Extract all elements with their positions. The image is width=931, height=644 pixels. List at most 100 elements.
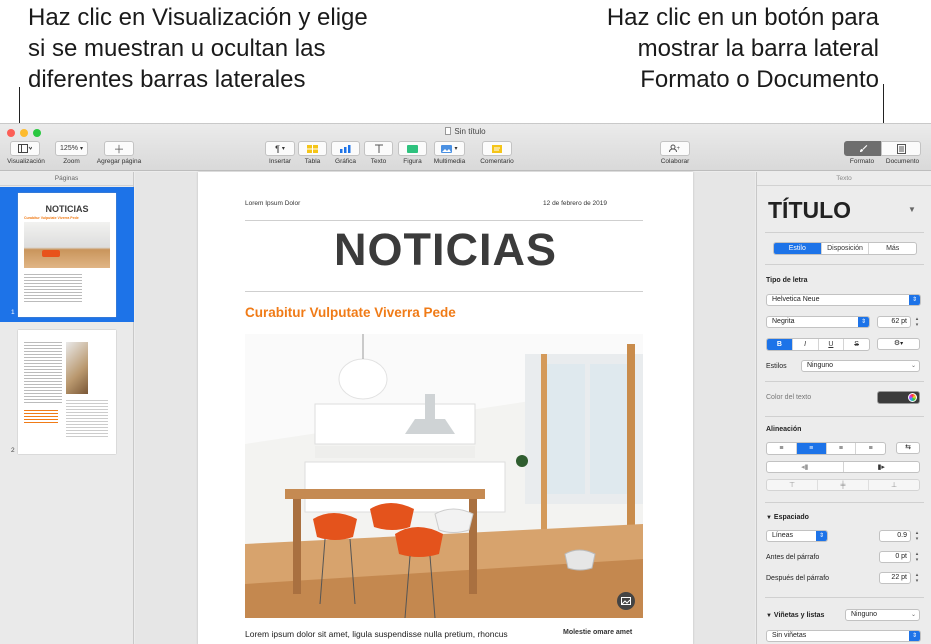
- add-page-button[interactable]: ＋: [104, 141, 134, 156]
- paintbrush-icon: [859, 145, 867, 152]
- document-canvas: Lorem Ipsum Dolor 12 de febrero de 2019 …: [135, 172, 755, 644]
- bullets-label[interactable]: ▼ Viñetas y listas: [766, 612, 824, 619]
- italic-button[interactable]: I: [793, 339, 819, 350]
- document-button[interactable]: [881, 141, 921, 156]
- color-wheel-icon[interactable]: [908, 393, 917, 402]
- zoom-popup[interactable]: 125% ▾: [55, 141, 88, 156]
- inspector-header: Texto: [757, 172, 931, 186]
- image-placeholder-icon[interactable]: [617, 592, 635, 610]
- comment-icon: [492, 144, 502, 153]
- chevron-updown-icon: ⇕: [909, 631, 920, 641]
- before-paragraph-label: Antes del párrafo: [766, 554, 820, 561]
- view-button[interactable]: [10, 141, 40, 156]
- page-thumbnail-2[interactable]: [18, 330, 116, 454]
- spacing-label[interactable]: ▼ Espaciado: [766, 514, 809, 521]
- pages-sidebar: Páginas NOTICIAS Curabitur Vulputate Viv…: [0, 172, 134, 644]
- after-paragraph-field[interactable]: 22 pt: [879, 572, 911, 584]
- subheadline[interactable]: Curabitur Vulputate Viverra Pede: [245, 305, 456, 320]
- inspector-tabs: Estilo Disposición Más: [773, 242, 917, 255]
- decrease-indent-button[interactable]: ◂▮: [767, 462, 844, 472]
- text-label: Texto: [370, 158, 387, 165]
- insert-button[interactable]: ¶ ▾: [265, 141, 295, 156]
- font-family-popup[interactable]: Helvetica Neue ⇕: [766, 294, 921, 306]
- zoom-value: 125%: [60, 145, 78, 152]
- kitchen-photo[interactable]: [245, 334, 643, 618]
- photo-icon: [621, 597, 631, 605]
- table-label: Tabla: [304, 158, 321, 165]
- underline-button[interactable]: U: [819, 339, 845, 350]
- indent-buttons: ◂▮ ▮▸: [766, 461, 920, 473]
- spacing-value: 0.9: [897, 532, 907, 539]
- table-button[interactable]: [298, 141, 327, 156]
- align-right-button[interactable]: ≡: [827, 443, 857, 454]
- align-center-button[interactable]: ≡: [796, 443, 827, 454]
- text-button[interactable]: [364, 141, 393, 156]
- media-button[interactable]: ▾: [434, 141, 465, 156]
- headline[interactable]: NOTICIAS: [198, 224, 693, 276]
- chevron-updown-icon: ⇕: [909, 295, 920, 305]
- screenshot-root: { "callouts": { "left": ["Haz clic en Vi…: [0, 0, 931, 644]
- chevron-down-icon: ▾: [281, 146, 285, 152]
- zoom-label: Zoom: [63, 158, 80, 165]
- align-middle-button[interactable]: ╪: [818, 480, 869, 490]
- page-thumbnail-1[interactable]: NOTICIAS Curabitur Vulputate Viverra Ped…: [0, 187, 134, 322]
- chevron-down-icon: ⌄: [910, 363, 916, 369]
- tab-more[interactable]: Más: [869, 243, 916, 254]
- tab-style[interactable]: Estilo: [774, 243, 822, 254]
- table-icon: [307, 144, 318, 153]
- comment-button[interactable]: [482, 141, 512, 156]
- font-size-field[interactable]: 62 pt: [877, 316, 911, 328]
- divider: [765, 502, 924, 503]
- document-icon: [896, 143, 906, 154]
- chevron-down-icon: ▾: [900, 341, 904, 347]
- text-direction-button[interactable]: ⇆: [896, 442, 920, 454]
- text-options-button[interactable]: ⚙▾: [877, 338, 920, 350]
- collaborate-label: Colaborar: [660, 158, 690, 165]
- svg-text:+: +: [677, 146, 681, 152]
- after-paragraph-label: Después del párrafo: [766, 575, 830, 582]
- shape-label: Figura: [403, 158, 422, 165]
- chevron-down-icon[interactable]: ▼: [908, 205, 916, 214]
- align-bottom-button[interactable]: ⊥: [869, 480, 919, 490]
- document-page[interactable]: Lorem Ipsum Dolor 12 de febrero de 2019 …: [198, 172, 693, 644]
- body-text[interactable]: Lorem ipsum dolor sit amet, ligula suspe…: [245, 629, 508, 639]
- page-header-left[interactable]: Lorem Ipsum Dolor: [245, 200, 300, 207]
- thumb-photo: [24, 222, 110, 268]
- bullet-style-popup[interactable]: Sin viñetas ⇕: [766, 630, 921, 642]
- thumb2-orange-quote: [24, 408, 58, 424]
- spacing-value-field[interactable]: 0.9: [879, 530, 911, 542]
- increase-indent-button[interactable]: ▮▸: [844, 462, 920, 472]
- chart-button[interactable]: [331, 141, 360, 156]
- alignment-buttons: ≡ ≡ ≡ ≡: [766, 442, 886, 455]
- strikethrough-button[interactable]: S: [844, 339, 869, 350]
- font-weight-popup[interactable]: Negrita ⇕: [766, 316, 870, 328]
- character-styles-popup[interactable]: Ninguno ⌄: [801, 360, 920, 372]
- page-header-date[interactable]: 12 de febrero de 2019: [543, 200, 607, 207]
- spacing-mode-popup[interactable]: Líneas ⇕: [766, 530, 828, 542]
- font-size-stepper[interactable]: ▴ ▾: [914, 316, 920, 328]
- tab-layout[interactable]: Disposición: [822, 243, 870, 254]
- spacing-stepper[interactable]: ▴ ▾: [914, 530, 920, 542]
- text-color-label: Color del texto: [766, 394, 812, 401]
- before-paragraph-field[interactable]: 0 pt: [879, 551, 911, 563]
- align-top-button[interactable]: ⊤: [767, 480, 818, 490]
- bold-button[interactable]: B: [767, 339, 793, 350]
- paragraph-style-name[interactable]: TÍTULO: [768, 197, 851, 224]
- collaborate-button[interactable]: +: [660, 141, 690, 156]
- insert-label: Insertar: [268, 158, 292, 165]
- bullets-popup[interactable]: Ninguno ⌄: [845, 609, 920, 621]
- align-justify-button[interactable]: ≡: [856, 443, 885, 454]
- align-left-button[interactable]: ≡: [767, 443, 797, 454]
- side-caption[interactable]: Molestie omare amet: [563, 629, 632, 636]
- media-label: Multimedia: [433, 158, 466, 165]
- format-button[interactable]: [844, 141, 881, 156]
- callout-right-line-2: mostrar la barra lateral: [637, 35, 879, 62]
- callout-left-line-2: si se muestran u ocultan las: [28, 35, 326, 62]
- document-icon: [445, 127, 452, 135]
- spacing-label-text: Espaciado: [773, 514, 809, 521]
- after-paragraph-stepper[interactable]: ▴ ▾: [914, 572, 920, 584]
- image-icon: [441, 144, 453, 153]
- shape-button[interactable]: [398, 141, 427, 156]
- before-paragraph-stepper[interactable]: ▴ ▾: [914, 551, 920, 563]
- callout-left-line-3: diferentes barras laterales: [28, 66, 306, 93]
